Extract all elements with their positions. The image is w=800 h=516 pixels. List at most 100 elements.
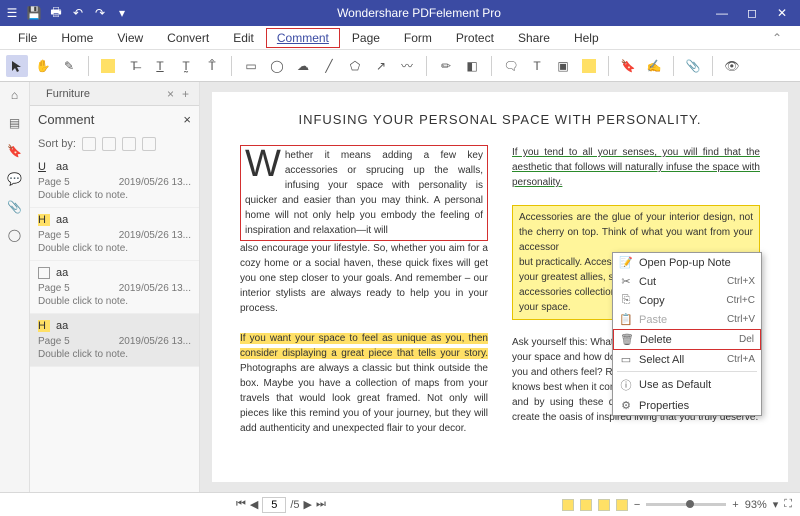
comment-item[interactable]: Haa Page 52019/05/26 13... Double click … bbox=[30, 208, 199, 261]
menu-edit[interactable]: Edit bbox=[221, 28, 266, 48]
document-viewport[interactable]: INFUSING YOUR PERSONAL SPACE WITH PERSON… bbox=[200, 82, 800, 492]
single-page-icon[interactable] bbox=[562, 499, 574, 511]
typewriter-tool-icon[interactable]: T bbox=[526, 55, 548, 77]
hide-annotation-icon[interactable]: 👁 bbox=[721, 55, 743, 77]
strikethrough-icon[interactable]: T̶ bbox=[123, 55, 145, 77]
ctx-label: Open Pop-up Note bbox=[639, 257, 731, 269]
menu-file[interactable]: File bbox=[6, 28, 49, 48]
box-icon bbox=[38, 267, 50, 279]
tab-close-icon[interactable]: × bbox=[163, 87, 178, 101]
ctx-select-all[interactable]: ▭Select AllCtrl+A bbox=[613, 350, 761, 369]
save-icon[interactable]: 💾 bbox=[26, 5, 42, 21]
cloud-shape-icon[interactable]: ☁ bbox=[292, 55, 314, 77]
fullscreen-icon[interactable]: ⛶ bbox=[784, 498, 792, 511]
info-icon: ⓘ bbox=[619, 377, 633, 393]
comment-author: aa bbox=[56, 320, 68, 332]
maximize-icon[interactable]: ◻ bbox=[738, 3, 766, 23]
underline-annotation[interactable]: If you tend to all your senses, you will… bbox=[512, 147, 760, 188]
page-input[interactable] bbox=[262, 497, 286, 513]
ctx-shortcut: Ctrl+V bbox=[727, 314, 755, 325]
attachment-tool-icon[interactable]: 📎 bbox=[682, 55, 704, 77]
menu-page[interactable]: Page bbox=[340, 28, 392, 48]
tab-add-icon[interactable]: + bbox=[178, 87, 193, 101]
menu-share[interactable]: Share bbox=[506, 28, 562, 48]
last-page-icon[interactable]: ⏭ bbox=[316, 498, 326, 511]
area-highlight-icon[interactable] bbox=[578, 55, 600, 77]
bookmarks-icon[interactable]: 🔖 bbox=[6, 142, 24, 160]
highlight-annotation[interactable]: If you want your space to feel as unique… bbox=[240, 333, 488, 359]
stamp-tool-icon[interactable]: 🔖 bbox=[617, 55, 639, 77]
squiggly-icon[interactable]: T̰ bbox=[175, 55, 197, 77]
two-continuous-icon[interactable] bbox=[616, 499, 628, 511]
pages-icon[interactable]: ▤ bbox=[6, 114, 24, 132]
next-page-icon[interactable]: ▶ bbox=[304, 498, 312, 511]
arrow-shape-icon[interactable]: ↗ bbox=[370, 55, 392, 77]
sort-type-icon[interactable] bbox=[142, 137, 156, 151]
ctx-open-popup[interactable]: 📝Open Pop-up Note bbox=[613, 253, 761, 272]
edit-tool-icon[interactable]: ✎ bbox=[58, 55, 80, 77]
menu-convert[interactable]: Convert bbox=[155, 28, 221, 48]
red-annotation-box[interactable]: Whether it means adding a few key access… bbox=[240, 145, 488, 241]
note-tool-icon[interactable]: 🗨 bbox=[500, 55, 522, 77]
sort-author-icon[interactable] bbox=[122, 137, 136, 151]
print-icon[interactable]: 🖶 bbox=[48, 5, 64, 21]
delete-icon: 🗑 bbox=[620, 333, 634, 346]
ctx-copy[interactable]: ⎘CopyCtrl+C bbox=[613, 291, 761, 310]
first-page-icon[interactable]: ⏮ bbox=[236, 498, 246, 511]
ctx-use-default[interactable]: ⓘUse as Default bbox=[613, 374, 761, 396]
zoom-in-icon[interactable]: + bbox=[732, 499, 738, 511]
undo-icon[interactable]: ↶ bbox=[70, 5, 86, 21]
rectangle-shape-icon[interactable]: ▭ bbox=[240, 55, 262, 77]
zoom-knob[interactable] bbox=[686, 500, 694, 508]
sort-page-icon[interactable] bbox=[82, 137, 96, 151]
caret-icon[interactable]: T̂ bbox=[201, 55, 223, 77]
select-tool-icon[interactable] bbox=[6, 55, 28, 77]
minimize-icon[interactable]: — bbox=[708, 3, 736, 23]
eraser-tool-icon[interactable]: ◧ bbox=[461, 55, 483, 77]
zoom-dropdown-icon[interactable]: ▾ bbox=[773, 498, 779, 511]
pencil-tool-icon[interactable]: ✏ bbox=[435, 55, 457, 77]
redo-icon[interactable]: ↷ bbox=[92, 5, 108, 21]
close-icon[interactable]: ✕ bbox=[768, 3, 796, 23]
comment-author: aa bbox=[56, 161, 68, 173]
textbox-tool-icon[interactable]: ▣ bbox=[552, 55, 574, 77]
signature-tool-icon[interactable]: ✍ bbox=[643, 55, 665, 77]
separator bbox=[491, 56, 492, 76]
highlight-tool-icon[interactable] bbox=[97, 55, 119, 77]
panel-close-icon[interactable]: × bbox=[183, 112, 191, 127]
attachments-icon[interactable]: 📎 bbox=[6, 198, 24, 216]
menu-view[interactable]: View bbox=[105, 28, 155, 48]
comment-item[interactable]: aa Page 52019/05/26 13... Double click t… bbox=[30, 261, 199, 314]
thumbnails-icon[interactable]: ⌂ bbox=[6, 86, 24, 104]
menu-home[interactable]: Home bbox=[49, 28, 105, 48]
comment-item[interactable]: Haa Page 52019/05/26 13... Double click … bbox=[30, 314, 199, 367]
menu-protect[interactable]: Protect bbox=[444, 28, 506, 48]
ribbon-collapse-icon[interactable]: ⌃ bbox=[760, 28, 794, 48]
zoom-slider[interactable] bbox=[646, 503, 726, 506]
menu-help[interactable]: Help bbox=[562, 28, 611, 48]
ctx-properties[interactable]: ⚙Properties bbox=[613, 396, 761, 415]
qat-dropdown-icon[interactable]: ▾ bbox=[114, 5, 130, 21]
prev-page-icon[interactable]: ◀ bbox=[250, 498, 258, 511]
search-icon[interactable]: ◯ bbox=[6, 226, 24, 244]
oval-shape-icon[interactable]: ◯ bbox=[266, 55, 288, 77]
zoom-out-icon[interactable]: − bbox=[634, 499, 640, 511]
comment-list: Uaa Page 52019/05/26 13... Double click … bbox=[30, 155, 199, 492]
underline-icon[interactable]: T bbox=[149, 55, 171, 77]
menu-comment[interactable]: Comment bbox=[266, 28, 340, 48]
ctx-delete[interactable]: 🗑DeleteDel bbox=[613, 329, 761, 350]
comment-item[interactable]: Uaa Page 52019/05/26 13... Double click … bbox=[30, 155, 199, 208]
tab-furniture[interactable]: Furniture bbox=[36, 85, 100, 103]
menu-icon[interactable]: ☰ bbox=[4, 5, 20, 21]
continuous-page-icon[interactable] bbox=[580, 499, 592, 511]
ctx-cut[interactable]: ✂CutCtrl+X bbox=[613, 272, 761, 291]
connected-lines-icon[interactable]: 〰 bbox=[396, 55, 418, 77]
two-page-icon[interactable] bbox=[598, 499, 610, 511]
menu-form[interactable]: Form bbox=[392, 28, 444, 48]
comment-page: Page 5 bbox=[38, 283, 70, 294]
hand-tool-icon[interactable]: ✋ bbox=[32, 55, 54, 77]
sort-time-icon[interactable] bbox=[102, 137, 116, 151]
polygon-shape-icon[interactable]: ⬠ bbox=[344, 55, 366, 77]
line-shape-icon[interactable]: ╱ bbox=[318, 55, 340, 77]
comments-icon[interactable]: 💬 bbox=[6, 170, 24, 188]
